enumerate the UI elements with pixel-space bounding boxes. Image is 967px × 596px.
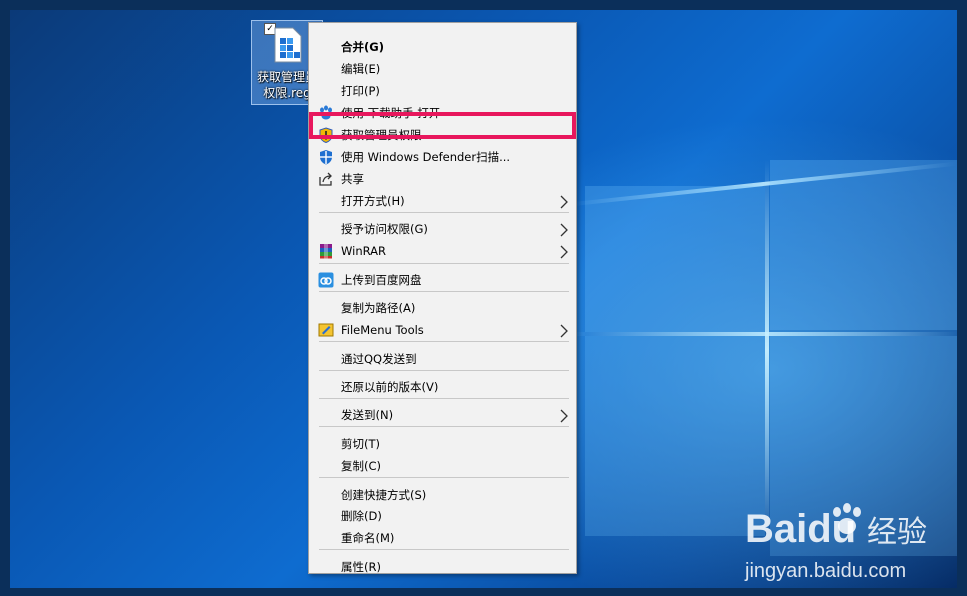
annotation-highlight-box bbox=[309, 112, 576, 139]
menu-item-label: 合并(G) bbox=[341, 40, 384, 54]
menu-separator bbox=[319, 263, 569, 264]
menu-item[interactable]: 创建快捷方式(S) bbox=[309, 484, 576, 506]
chevron-right-icon bbox=[559, 194, 569, 209]
chevron-right-icon bbox=[559, 222, 569, 237]
menu-separator bbox=[319, 212, 569, 213]
menu-item-label: 编辑(E) bbox=[341, 62, 381, 76]
chevron-right-icon bbox=[559, 323, 569, 338]
menu-item[interactable]: 授予访问权限(G) bbox=[309, 218, 576, 240]
winrar-icon bbox=[318, 243, 334, 259]
screenshot-frame: ✓ 获取管理员权限.reg Baidu 经验 jingyan.baidu.com… bbox=[0, 0, 967, 596]
menu-item[interactable]: 通过QQ发送到 bbox=[309, 348, 576, 370]
menu-item-label: 删除(D) bbox=[341, 509, 382, 523]
menu-item-label: 还原以前的版本(V) bbox=[341, 380, 439, 394]
menu-item[interactable]: 编辑(E) bbox=[309, 58, 576, 80]
menu-item[interactable]: 复制(C) bbox=[309, 455, 576, 477]
menu-separator bbox=[319, 549, 569, 550]
watermark-product: 经验 bbox=[867, 515, 927, 550]
menu-item[interactable]: 复制为路径(A) bbox=[309, 297, 576, 319]
menu-item-label: 复制为路径(A) bbox=[341, 301, 416, 315]
menu-item[interactable]: 上传到百度网盘 bbox=[309, 269, 576, 291]
menu-item[interactable]: 合并(G) bbox=[309, 36, 576, 58]
menu-item-label: 剪切(T) bbox=[341, 437, 380, 451]
menu-item-label: 授予访问权限(G) bbox=[341, 222, 428, 236]
baidu-cloud-icon bbox=[318, 272, 334, 288]
menu-item-label: FileMenu Tools bbox=[341, 323, 424, 337]
registry-file-icon bbox=[274, 27, 302, 63]
chevron-right-icon bbox=[559, 408, 569, 423]
wallpaper-pane bbox=[585, 186, 765, 332]
menu-item[interactable]: 还原以前的版本(V) bbox=[309, 376, 576, 398]
wallpaper-light-beam bbox=[765, 160, 769, 540]
menu-item[interactable]: WinRAR bbox=[309, 240, 576, 262]
menu-item[interactable]: 重命名(M) bbox=[309, 527, 576, 549]
menu-item[interactable]: 删除(D) bbox=[309, 505, 576, 527]
menu-item-label: 使用 Windows Defender扫描... bbox=[341, 150, 511, 164]
menu-separator bbox=[319, 398, 569, 399]
menu-item-label: 共享 bbox=[341, 172, 364, 186]
menu-item[interactable]: 共享 bbox=[309, 168, 576, 190]
menu-separator bbox=[319, 477, 569, 478]
menu-item-label: 上传到百度网盘 bbox=[341, 273, 422, 287]
menu-item[interactable]: 打开方式(H) bbox=[309, 190, 576, 212]
menu-item-label: 创建快捷方式(S) bbox=[341, 488, 427, 502]
baidu-jingyan-watermark: Baidu 经验 jingyan.baidu.com bbox=[745, 500, 945, 588]
filemenu-icon bbox=[318, 322, 334, 338]
menu-item-label: 通过QQ发送到 bbox=[341, 352, 417, 366]
menu-item[interactable]: 使用 Windows Defender扫描... bbox=[309, 146, 576, 168]
share-icon bbox=[318, 171, 334, 187]
menu-separator bbox=[319, 341, 569, 342]
menu-item[interactable]: 属性(R) bbox=[309, 556, 576, 578]
menu-item[interactable]: 打印(P) bbox=[309, 80, 576, 102]
defender-icon bbox=[318, 149, 334, 165]
menu-item-label: 发送到(N) bbox=[341, 408, 394, 422]
menu-item[interactable]: 剪切(T) bbox=[309, 433, 576, 455]
menu-item[interactable]: 发送到(N) bbox=[309, 404, 576, 426]
menu-item-label: 复制(C) bbox=[341, 459, 382, 473]
menu-separator bbox=[319, 426, 569, 427]
menu-item-label: 打开方式(H) bbox=[341, 194, 405, 208]
watermark-url: jingyan.baidu.com bbox=[745, 560, 907, 582]
baidu-paw-logo: Baidu 经验 bbox=[745, 503, 927, 551]
wallpaper-pane bbox=[585, 336, 765, 536]
context-menu: 合并(G) 编辑(E) 打印(P) 使用 下载助手 打开 获取管理员权限 使用 Windo… bbox=[308, 22, 577, 574]
menu-separator bbox=[319, 370, 569, 371]
menu-item[interactable]: FileMenu Tools bbox=[309, 319, 576, 341]
menu-separator bbox=[319, 291, 569, 292]
menu-item-label: 重命名(M) bbox=[341, 531, 395, 545]
menu-item-label: 打印(P) bbox=[341, 84, 380, 98]
menu-item-label: WinRAR bbox=[341, 244, 386, 258]
wallpaper-pane bbox=[770, 160, 957, 330]
chevron-right-icon bbox=[559, 244, 569, 259]
menu-item-label: 属性(R) bbox=[341, 560, 381, 574]
